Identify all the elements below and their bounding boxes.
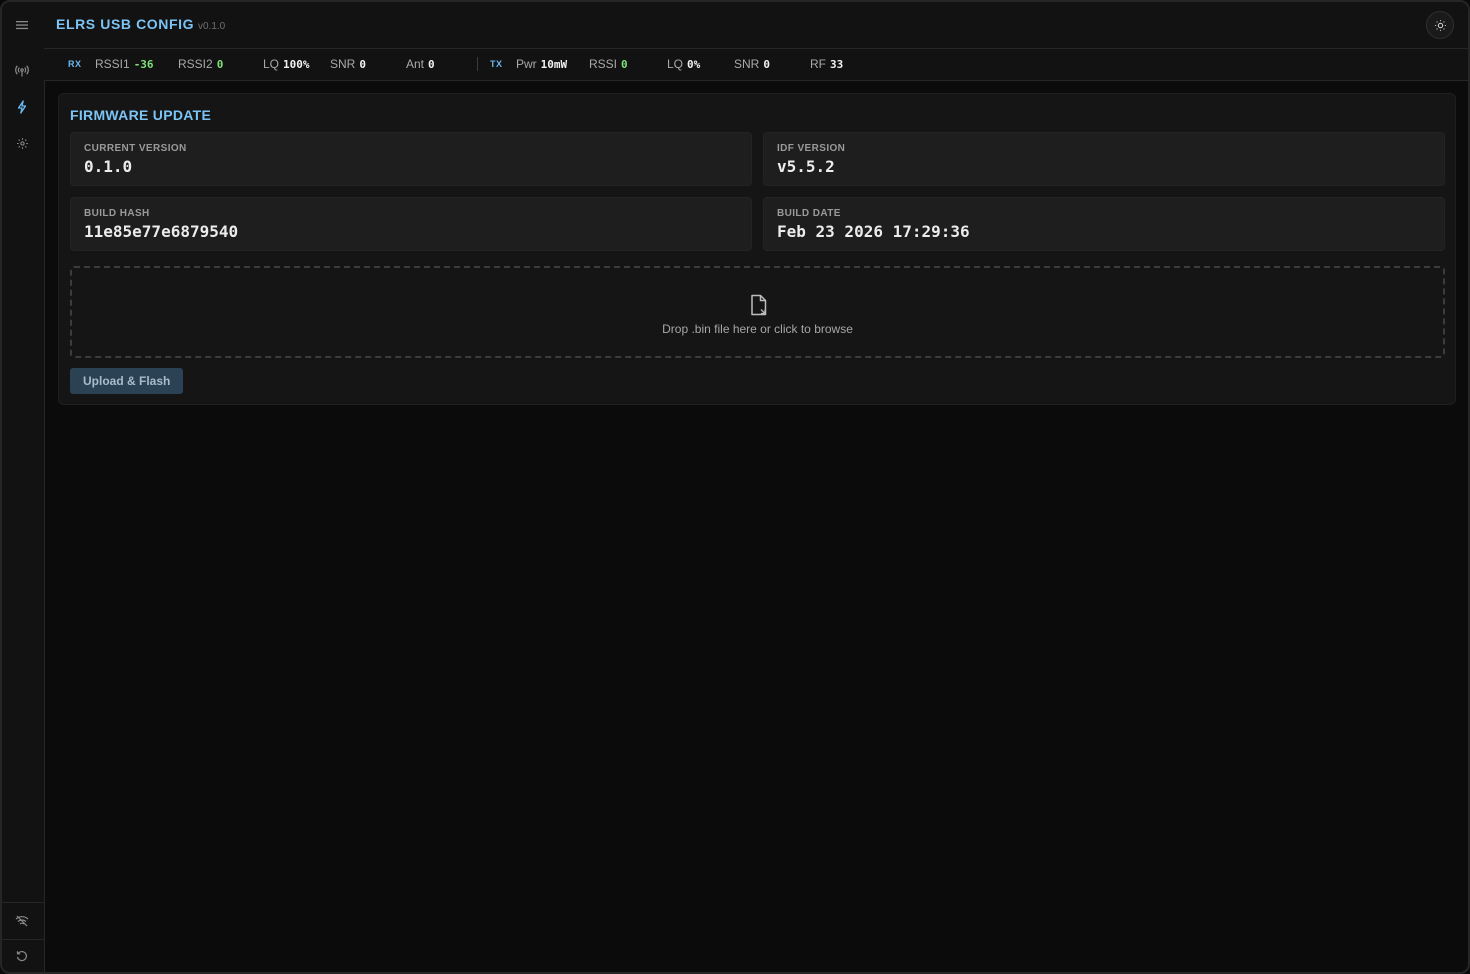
- tx-lq: LQ 0%: [667, 57, 701, 71]
- app-header: ELRS USB CONFIG v0.1.0: [44, 2, 1468, 49]
- idf-version-value: v5.5.2: [777, 157, 835, 176]
- build-date-value: Feb 23 2026 17:29:36: [777, 222, 970, 241]
- idf-version-card: IDF VERSION v5.5.2: [763, 132, 1445, 186]
- firmware-update-panel: FIRMWARE UPDATE CURRENT VERSION 0.1.0 ID…: [58, 93, 1456, 405]
- rx-lq: LQ 100%: [263, 57, 310, 71]
- tx-pwr: Pwr 10mW: [516, 57, 568, 71]
- build-date-card: BUILD DATE Feb 23 2026 17:29:36: [763, 197, 1445, 251]
- wifi-off-icon[interactable]: [13, 912, 31, 930]
- telemetry-bar: RX RSSI1 -36 RSSI2 0 LQ 100% SNR 0 Ant 0 TX P…: [44, 49, 1468, 81]
- lightning-icon[interactable]: [13, 98, 31, 116]
- app-window: ELRS USB CONFIG v0.1.0 RX RSSI1 -36 RSSI2…: [0, 0, 1470, 974]
- tx-rf: RF 33: [810, 57, 844, 71]
- build-hash-card: BUILD HASH 11e85e77e6879540: [70, 197, 752, 251]
- tx-snr: SNR 0: [734, 57, 770, 71]
- sidebar-divider: [2, 902, 44, 903]
- menu-icon[interactable]: [13, 16, 31, 34]
- idf-version-label: IDF VERSION: [777, 143, 846, 154]
- sidebar-divider-bottom: [2, 939, 44, 940]
- build-hash-label: BUILD HASH: [84, 208, 150, 219]
- current-version-label: CURRENT VERSION: [84, 143, 187, 154]
- rx-snr: SNR 0: [330, 57, 366, 71]
- antenna-icon[interactable]: [13, 62, 31, 80]
- sun-icon: [1434, 19, 1447, 32]
- tx-tag: TX: [490, 59, 503, 69]
- file-dropzone[interactable]: Drop .bin file here or click to browse: [70, 266, 1445, 358]
- rx-rssi1: RSSI1 -36: [95, 57, 154, 71]
- build-hash-value: 11e85e77e6879540: [84, 222, 239, 241]
- build-date-label: BUILD DATE: [777, 208, 841, 219]
- current-version-card: CURRENT VERSION 0.1.0: [70, 132, 752, 186]
- sidebar: [2, 2, 45, 972]
- app-version: v0.1.0: [198, 21, 226, 32]
- theme-toggle-button[interactable]: [1426, 11, 1454, 39]
- panel-title: FIRMWARE UPDATE: [70, 107, 212, 123]
- upload-flash-button[interactable]: Upload & Flash: [70, 368, 184, 394]
- current-version-value: 0.1.0: [84, 157, 133, 176]
- file-upload-icon: [749, 294, 769, 316]
- rx-tag: RX: [68, 59, 82, 69]
- rx-ant: Ant 0: [406, 57, 435, 71]
- app-title: ELRS USB CONFIG: [56, 16, 195, 32]
- telemetry-divider: [477, 57, 478, 71]
- refresh-icon[interactable]: [13, 947, 31, 965]
- gear-icon[interactable]: [13, 134, 31, 152]
- dropzone-hint: Drop .bin file here or click to browse: [662, 322, 853, 336]
- rx-rssi2: RSSI2 0: [178, 57, 224, 71]
- tx-rssi: RSSI 0: [589, 57, 628, 71]
